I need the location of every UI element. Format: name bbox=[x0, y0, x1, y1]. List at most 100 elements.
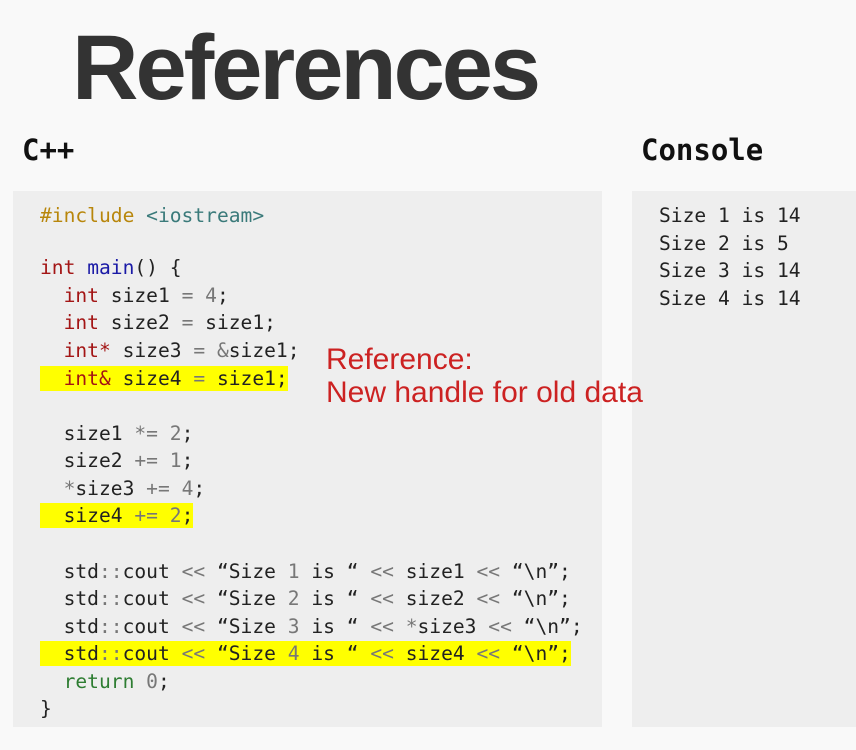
code-token: = bbox=[181, 284, 194, 307]
code-token: << bbox=[476, 560, 501, 583]
code-line-size1-decl: int size1 = 4; bbox=[40, 282, 229, 309]
code-token: size1; bbox=[205, 367, 288, 390]
code-line-size1-multiply: size1 *= 2; bbox=[40, 420, 194, 447]
page-title: References bbox=[72, 17, 541, 119]
code-token: 4 bbox=[287, 642, 300, 665]
code-token: ; bbox=[157, 670, 170, 693]
code-token: :: bbox=[98, 642, 123, 665]
code-token: “\n”; bbox=[511, 615, 583, 638]
code-line-size4-add-highlighted: size4 += 2; bbox=[40, 502, 194, 529]
code-token: << bbox=[181, 642, 206, 665]
code-token: std bbox=[40, 642, 99, 665]
code-token: size2 bbox=[98, 311, 182, 334]
code-line-size2-decl: int size2 = size1; bbox=[40, 309, 276, 336]
code-token: is “ bbox=[299, 642, 371, 665]
code-token: *= bbox=[134, 422, 158, 445]
console-output-line: Size 1 is 14 bbox=[659, 204, 801, 227]
code-token: main bbox=[87, 256, 135, 279]
code-token: size4 bbox=[40, 504, 135, 527]
code-token: = bbox=[193, 367, 206, 390]
code-token: “Size bbox=[205, 615, 288, 638]
code-token: <iostream> bbox=[146, 204, 265, 227]
code-token: 4 bbox=[181, 477, 194, 500]
code-token: size1; bbox=[228, 339, 300, 362]
code-token: :: bbox=[98, 587, 123, 610]
code-token: “Size bbox=[205, 642, 288, 665]
code-line-cout-size3: std::cout << “Size 3 is “ << *size3 << “… bbox=[40, 613, 583, 640]
code-token: int& bbox=[63, 367, 111, 390]
code-line-size4-reference-highlighted: int& size4 = size1; bbox=[40, 365, 288, 392]
code-line-closing-brace: } bbox=[40, 695, 52, 722]
code-token: is “ bbox=[299, 560, 371, 583]
code-token: 1 bbox=[169, 449, 182, 472]
code-token: size3 bbox=[417, 615, 489, 638]
code-line-main: int main() { bbox=[40, 254, 182, 281]
annotation-title: Reference: bbox=[326, 343, 473, 376]
code-line-size2-add: size2 += 1; bbox=[40, 447, 194, 474]
code-line-cout-size2: std::cout << “Size 2 is “ << size2 << “\… bbox=[40, 585, 571, 612]
code-token: << bbox=[370, 560, 394, 583]
code-token: << bbox=[476, 642, 501, 665]
code-token: ; bbox=[216, 284, 229, 307]
code-token: size3 bbox=[110, 339, 194, 362]
code-line-size3-add: *size3 += 4; bbox=[40, 475, 206, 502]
code-token: ; bbox=[193, 477, 206, 500]
code-token: size1 bbox=[98, 284, 182, 307]
console-output-line: Size 4 is 14 bbox=[659, 287, 801, 310]
code-token: * bbox=[63, 477, 76, 500]
code-token: * bbox=[405, 615, 418, 638]
code-token: size1 bbox=[393, 560, 477, 583]
code-token: & bbox=[216, 339, 229, 362]
code-token: cout bbox=[122, 587, 182, 610]
code-token: += bbox=[134, 504, 158, 527]
console-output-line: Size 3 is 14 bbox=[659, 259, 801, 282]
code-token: int* bbox=[63, 339, 111, 362]
code-token: } bbox=[40, 697, 52, 720]
code-token: << bbox=[181, 615, 206, 638]
code-token: ; bbox=[181, 504, 194, 527]
code-token: size1 bbox=[40, 422, 135, 445]
code-token: ; bbox=[181, 449, 194, 472]
code-token: size2 bbox=[393, 587, 477, 610]
code-token: “\n”; bbox=[500, 642, 571, 665]
code-token: size4 bbox=[110, 367, 194, 390]
code-token: #include bbox=[40, 204, 135, 227]
code-token: << bbox=[370, 615, 394, 638]
code-token: std bbox=[40, 615, 99, 638]
code-token: :: bbox=[98, 615, 123, 638]
code-token: << bbox=[370, 642, 394, 665]
code-token: 2 bbox=[169, 422, 182, 445]
code-token: << bbox=[181, 587, 206, 610]
code-token: “Size bbox=[205, 587, 288, 610]
code-token: 1 bbox=[287, 560, 300, 583]
code-token: cout bbox=[122, 642, 182, 665]
code-line-include: #include <iostream> bbox=[40, 202, 264, 229]
code-line-return: return 0; bbox=[40, 668, 170, 695]
code-token: int bbox=[63, 311, 99, 334]
code-token: cout bbox=[122, 615, 182, 638]
console-output-line: Size 2 is 5 bbox=[659, 232, 789, 255]
code-token: 4 bbox=[205, 284, 217, 307]
code-token: << bbox=[476, 587, 501, 610]
code-token: << bbox=[488, 615, 512, 638]
code-token: int bbox=[63, 284, 99, 307]
code-token: int bbox=[40, 256, 76, 279]
console-section-label: Console bbox=[641, 133, 764, 167]
code-token: = bbox=[181, 311, 194, 334]
code-token: size4 bbox=[393, 642, 477, 665]
code-token: += bbox=[134, 449, 158, 472]
code-token: ; bbox=[181, 422, 194, 445]
